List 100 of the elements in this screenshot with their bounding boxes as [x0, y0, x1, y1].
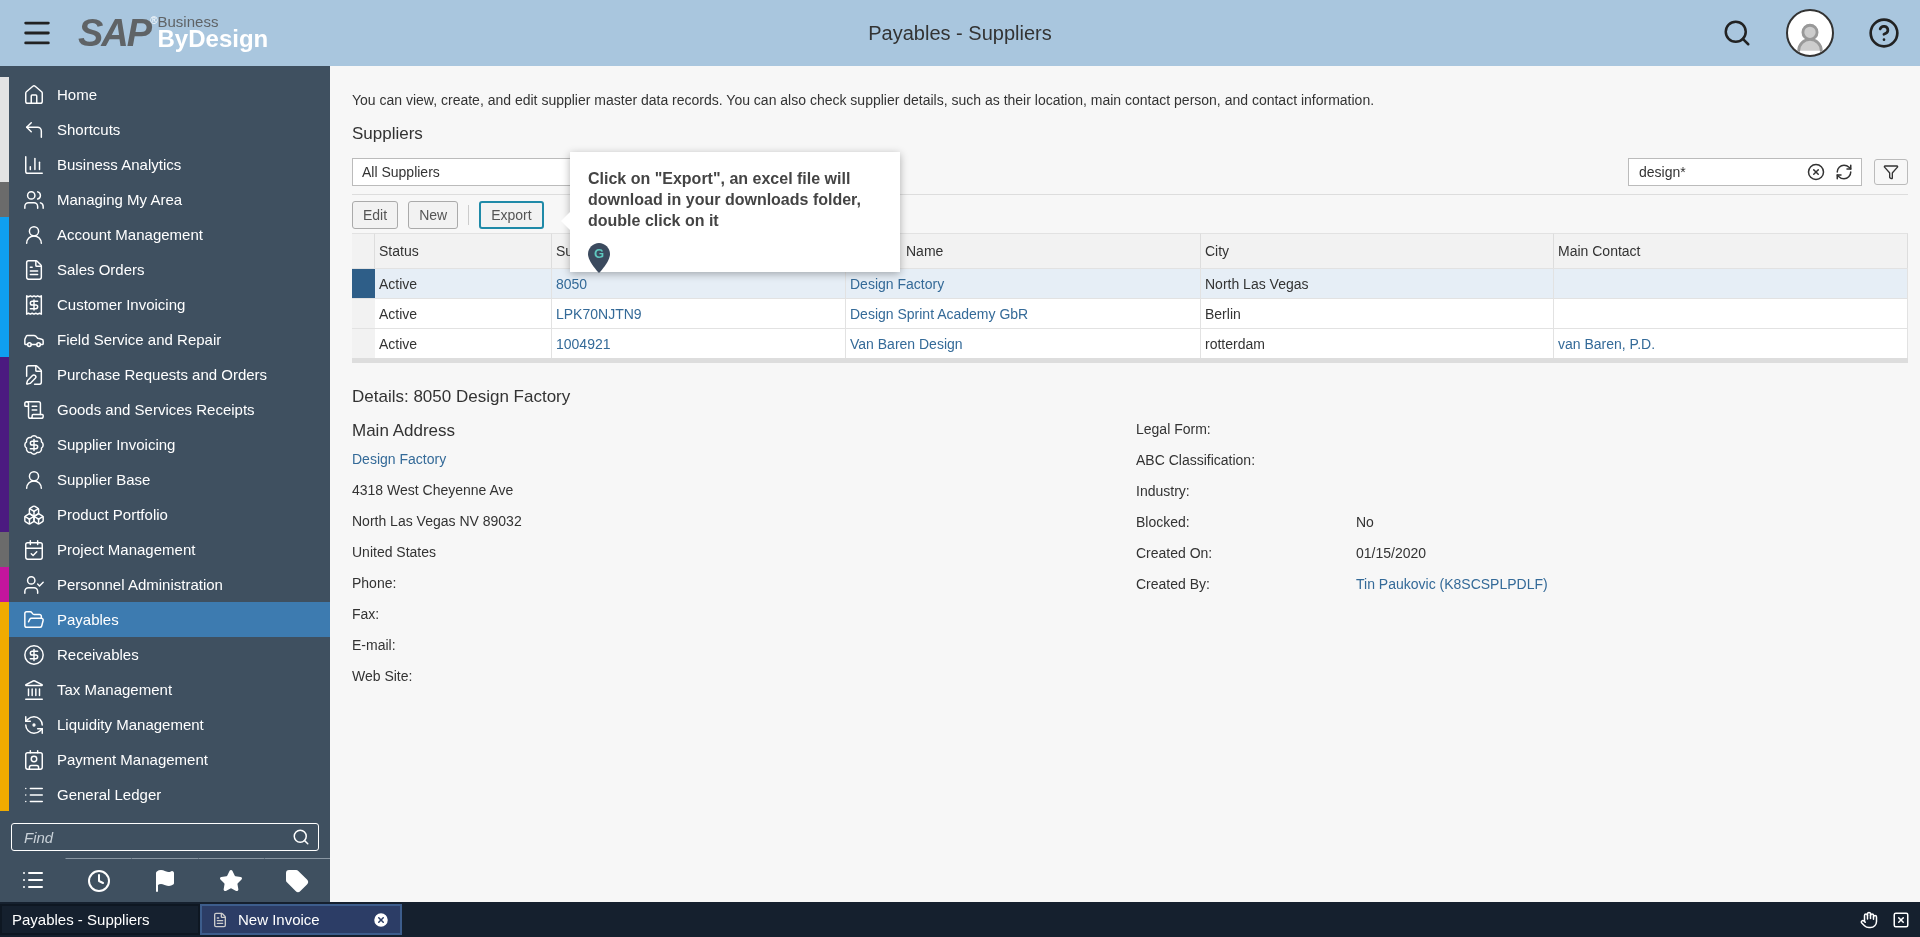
field-label: ABC Classification:	[1136, 452, 1257, 470]
table-cell[interactable]: Van Baren Design	[846, 328, 1201, 358]
address-line: United States	[352, 544, 438, 562]
sidebar-item[interactable]: Home	[9, 77, 330, 112]
table-cell: rotterdam	[1201, 328, 1554, 358]
sidebar-item-label: Receivables	[57, 646, 139, 663]
sidebar-item-label: Supplier Invoicing	[57, 436, 176, 453]
field-label: Fax:	[352, 606, 381, 624]
row-selector[interactable]	[352, 268, 375, 298]
sidebar-item[interactable]: Tax Management	[9, 672, 330, 707]
address-title: Main Address	[352, 421, 456, 441]
search-icon[interactable]	[1722, 18, 1752, 48]
search-box[interactable]: design*	[1628, 158, 1862, 186]
sidebar-item[interactable]: Liquidity Management	[9, 707, 330, 742]
column-header[interactable]: City	[1201, 233, 1554, 268]
sidebar-item[interactable]: Sales Orders	[9, 252, 330, 287]
filter-icon	[1883, 164, 1899, 180]
person-icon	[23, 468, 45, 491]
sidebar-item[interactable]: Goods and Services Receipts	[9, 392, 330, 427]
sidebar-item[interactable]: Supplier Base	[9, 462, 330, 497]
sidebar-item-label: Shortcuts	[57, 121, 121, 138]
user-link[interactable]: Tin Paukovic (K8SCSPLPDLF)	[1356, 576, 1548, 607]
window-tab[interactable]: Payables - Suppliers	[0, 904, 200, 935]
find-field[interactable]: Find	[22, 827, 292, 847]
column-header[interactable]: Main Contact	[1554, 233, 1908, 268]
person-check-icon	[23, 573, 45, 596]
circular-arrows-icon	[23, 713, 45, 736]
field-label: E-mail:	[352, 637, 397, 655]
clear-icon[interactable]	[1807, 163, 1825, 181]
flag-icon	[153, 868, 177, 893]
column-header[interactable]: Status	[375, 233, 552, 268]
address-link[interactable]: Design Factory	[352, 451, 1136, 482]
table-cell[interactable]: 1004921	[552, 328, 846, 358]
table-cell[interactable]: LPK70NJTN9	[552, 298, 846, 328]
sidebar-item-label: Supplier Base	[57, 471, 151, 488]
sidebar-item-label: Personnel Administration	[57, 576, 223, 593]
details-title: Details: 8050 Design Factory	[352, 387, 572, 407]
field-value: 01/15/2020	[1356, 545, 1427, 563]
field-label: Phone:	[352, 575, 398, 593]
map-pin-icon: G	[588, 243, 610, 273]
sidebar-item-label: Sales Orders	[57, 261, 145, 278]
page-title: Payables - Suppliers	[868, 21, 1052, 45]
search-icon[interactable]	[292, 828, 310, 846]
field-label: Blocked:	[1136, 514, 1191, 532]
document-icon	[212, 911, 228, 928]
sidebar-item-label: Business Analytics	[57, 156, 182, 173]
field-label: Web Site:	[352, 668, 414, 686]
sidebar-item[interactable]: Business Analytics	[9, 147, 330, 182]
close-window-icon[interactable]	[1892, 910, 1910, 929]
house-icon	[23, 83, 45, 106]
clock-icon	[86, 868, 111, 893]
toolbar-button[interactable]: Export	[479, 201, 544, 229]
sidebar-item[interactable]: Managing My Area	[9, 182, 330, 217]
table-cell: Active	[375, 298, 552, 328]
table-cell: Active	[375, 268, 552, 298]
document-pen-icon	[23, 363, 45, 386]
table-cell: North Las Vegas	[1201, 268, 1554, 298]
sidebar-item[interactable]: Payables	[9, 602, 330, 637]
sidebar-item[interactable]: General Ledger	[9, 777, 330, 811]
table-cell[interactable]: Design Sprint Academy GbR	[846, 298, 1201, 328]
sidebar-item[interactable]: Payment Management	[9, 742, 330, 777]
sidebar-item-label: Tax Management	[57, 681, 173, 698]
field-label: Legal Form:	[1136, 421, 1212, 439]
document-icon	[23, 258, 45, 281]
filter-button[interactable]	[1874, 159, 1908, 185]
sidebar-item-label: Product Portfolio	[57, 506, 168, 523]
sidebar-item-label: Customer Invoicing	[57, 296, 186, 313]
avatar[interactable]	[1786, 9, 1834, 57]
table-cell[interactable]: van Baren, P.D.	[1554, 328, 1908, 358]
close-icon[interactable]	[372, 910, 390, 929]
sidebar-item[interactable]: Project Management	[9, 532, 330, 567]
sidebar-item[interactable]: Customer Invoicing	[9, 287, 330, 322]
sidebar-item-label: Field Service and Repair	[57, 331, 222, 348]
field-value: No	[1356, 514, 1374, 532]
sidebar-item[interactable]: Product Portfolio	[9, 497, 330, 532]
sidebar-item[interactable]: Supplier Invoicing	[9, 427, 330, 462]
sidebar-item[interactable]: Purchase Requests and Orders	[9, 357, 330, 392]
sidebar-item[interactable]: Personnel Administration	[9, 567, 330, 602]
toolbar-button[interactable]: New	[408, 201, 459, 229]
tag-icon	[285, 868, 310, 893]
sidebar-item[interactable]: Shortcuts	[9, 112, 330, 147]
address-line: North Las Vegas NV 89032	[352, 513, 523, 531]
table-cell: Berlin	[1201, 298, 1554, 328]
window-tab[interactable]: New Invoice	[200, 904, 402, 935]
hand-icon[interactable]	[1860, 910, 1878, 929]
toolbar-button[interactable]: Edit	[352, 201, 399, 229]
find-box[interactable]: Find	[11, 823, 319, 851]
person-icon	[23, 223, 45, 246]
help-icon[interactable]	[1868, 17, 1900, 49]
sidebar-item[interactable]: Field Service and Repair	[9, 322, 330, 357]
sidebar-item-label: Project Management	[57, 541, 196, 558]
sidebar-item[interactable]: Account Management	[9, 217, 330, 252]
people-icon	[23, 188, 45, 211]
sidebar-item-label: Payment Management	[57, 751, 208, 768]
refresh-icon[interactable]	[1835, 163, 1853, 181]
receipt-icon	[23, 293, 45, 316]
sidebar-item-label: Goods and Services Receipts	[57, 401, 255, 418]
table-cell[interactable]: Design Factory	[846, 268, 1201, 298]
sidebar-item[interactable]: Receivables	[9, 637, 330, 672]
dollar-badge-icon	[23, 433, 45, 456]
